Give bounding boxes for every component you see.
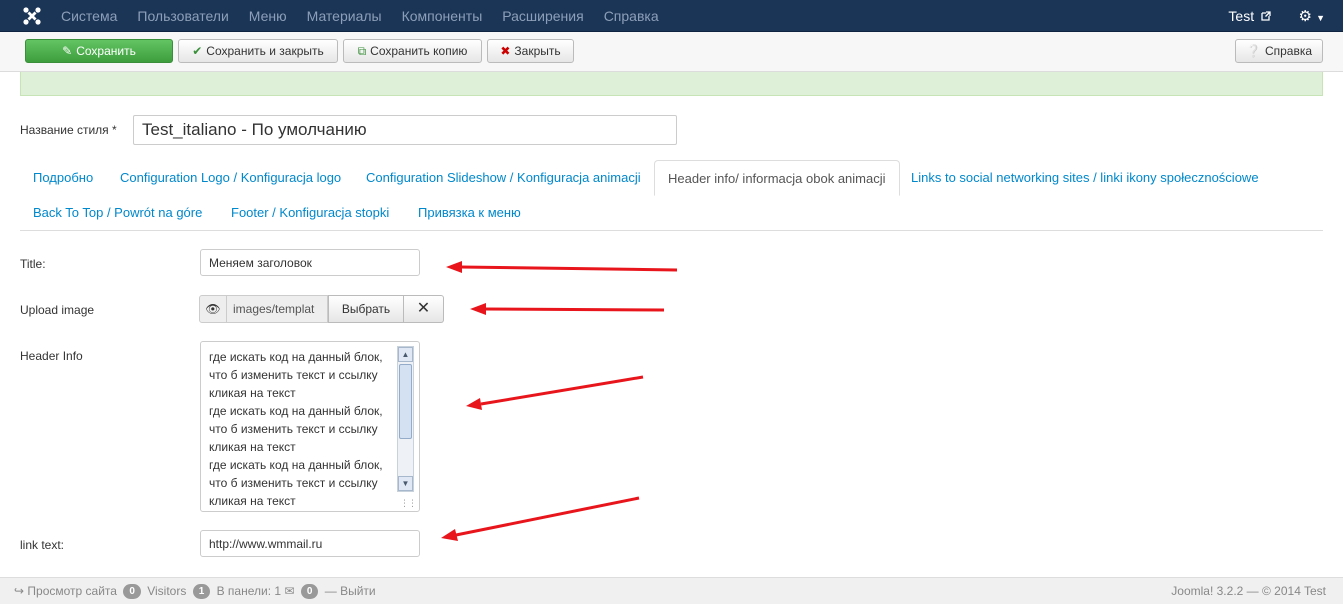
- external-link-icon: [1261, 11, 1271, 21]
- cancel-icon: ✖: [500, 44, 511, 58]
- image-upload-group: 👁 images/templat Выбрать ✕: [199, 295, 444, 323]
- tab-slideshow[interactable]: Configuration Slideshow / Konfiguracja a…: [353, 160, 654, 195]
- tab-logo[interactable]: Configuration Logo / Konfiguracja logo: [107, 160, 354, 195]
- system-message: [20, 72, 1323, 96]
- annotation-arrowhead: [470, 303, 486, 315]
- scrollbar-thumb[interactable]: [399, 364, 412, 439]
- tab-header-info[interactable]: Header info/ informacja obok animacji: [654, 160, 900, 196]
- messages-count-badge: 0: [300, 584, 319, 600]
- menu-item-menus[interactable]: Меню: [249, 0, 287, 32]
- visitors-label: Visitors: [147, 584, 187, 598]
- external-link-icon: ↪: [14, 584, 25, 598]
- save-as-copy-button[interactable]: ⧉ Сохранить копию: [343, 39, 482, 63]
- tab-back-to-top[interactable]: Back To Top / Powrót na góre: [20, 195, 215, 230]
- copy-icon: ⧉: [357, 44, 367, 58]
- title-label: Title:: [20, 257, 46, 271]
- footer-status-left: ↪ Просмотр сайта 0 Visitors 1 В панели: …: [14, 578, 376, 604]
- upload-image-label: Upload image: [20, 303, 95, 317]
- toolbar: ✎ Сохранить ✔ Сохранить и закрыть ⧉ Сохрани…: [0, 32, 1343, 72]
- question-icon: ❔: [1245, 44, 1261, 58]
- visitors-count-badge: 0: [123, 584, 141, 600]
- footer-version: Joomla! 3.2.2 — © 2014 Test: [1171, 584, 1326, 598]
- scroll-down-icon[interactable]: ▼: [398, 476, 413, 491]
- style-name-input[interactable]: [133, 115, 677, 145]
- annotation-arrow: [459, 265, 678, 272]
- view-site-link[interactable]: ↪ Просмотр сайта: [14, 584, 117, 598]
- header-info-label: Header Info: [20, 349, 83, 363]
- choose-image-button[interactable]: Выбрать: [328, 295, 404, 323]
- style-name-label: Название стиля *: [20, 123, 117, 137]
- tab-menu-assignment[interactable]: Привязка к меню: [405, 195, 534, 230]
- annotation-arrowhead: [446, 261, 462, 273]
- save-and-close-button[interactable]: ✔ Сохранить и закрыть: [178, 39, 338, 63]
- tab-bar: Подробно Configuration Logo / Konfigurac…: [20, 160, 1323, 231]
- annotation-arrow: [455, 496, 640, 537]
- gear-icon: ⚙: [1298, 8, 1312, 25]
- header-info-textarea[interactable]: где искать код на данный блок, что б изм…: [200, 341, 420, 512]
- link-text-label: link text:: [20, 538, 65, 552]
- main-menu: Система Пользователи Меню Материалы Комп…: [61, 0, 679, 32]
- header-info-text: где искать код на данный блок, что б изм…: [209, 350, 383, 508]
- menu-item-components[interactable]: Компоненты: [402, 0, 483, 32]
- menu-item-users[interactable]: Пользователи: [137, 0, 228, 32]
- help-button[interactable]: ❔ Справка: [1235, 39, 1323, 63]
- logout-link[interactable]: — Выйти: [325, 584, 376, 598]
- title-input[interactable]: [200, 249, 420, 276]
- edit-icon: ✎: [62, 44, 73, 58]
- annotation-arrow: [483, 307, 665, 312]
- tab-footer[interactable]: Footer / Konfiguracja stopki: [218, 195, 402, 230]
- close-button[interactable]: ✖ Закрыть: [487, 39, 574, 63]
- image-path-field: images/templat: [227, 295, 328, 323]
- settings-dropdown[interactable]: ⚙ ▼: [1298, 7, 1325, 25]
- envelope-icon: ✉: [284, 584, 295, 598]
- user-name: Test: [1228, 8, 1255, 24]
- joomla-logo-icon[interactable]: [22, 6, 42, 26]
- menu-item-content[interactable]: Материалы: [307, 0, 382, 32]
- tab-details[interactable]: Подробно: [20, 160, 106, 195]
- minus-icon: —: [324, 584, 337, 598]
- clear-image-button[interactable]: ✕: [404, 295, 444, 323]
- eye-icon[interactable]: 👁: [199, 295, 227, 323]
- annotation-arrowhead: [466, 398, 482, 410]
- admin-count-badge: 1: [192, 584, 211, 600]
- check-icon: ✔: [192, 44, 203, 58]
- resize-handle-icon[interactable]: ⋮⋮: [400, 498, 417, 509]
- menu-item-system[interactable]: Система: [61, 0, 117, 32]
- scroll-up-icon[interactable]: ▲: [398, 347, 413, 362]
- menu-item-help[interactable]: Справка: [604, 0, 659, 32]
- tab-social-links[interactable]: Links to social networking sites / linki…: [898, 160, 1272, 195]
- user-link[interactable]: Test: [1228, 0, 1271, 32]
- close-icon: ✕: [416, 300, 431, 317]
- admin-label: В панели: 1: [216, 584, 282, 598]
- caret-down-icon: ▼: [1316, 13, 1325, 23]
- annotation-arrowhead: [441, 529, 458, 541]
- status-footer: ↪ Просмотр сайта 0 Visitors 1 В панели: …: [0, 577, 1343, 604]
- top-navbar: Система Пользователи Меню Материалы Комп…: [0, 0, 1343, 32]
- save-button[interactable]: ✎ Сохранить: [25, 39, 173, 63]
- menu-item-extensions[interactable]: Расширения: [502, 0, 583, 32]
- link-text-input[interactable]: [200, 530, 420, 557]
- textarea-scrollbar[interactable]: ▲ ▼: [397, 346, 414, 492]
- annotation-arrow: [480, 375, 644, 406]
